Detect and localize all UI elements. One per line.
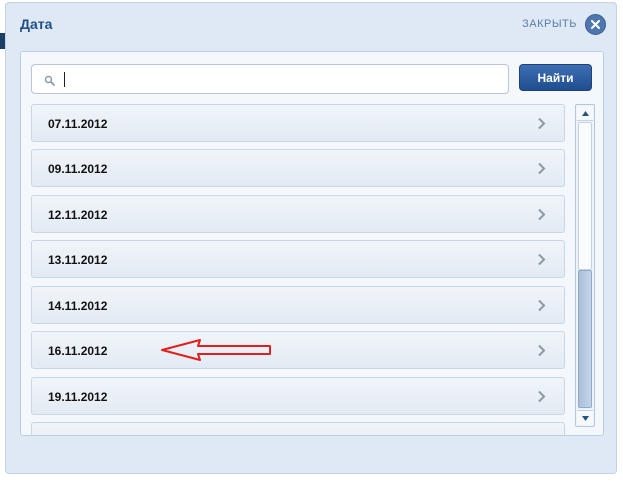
search-input[interactable] [62,69,506,91]
date-label: 07.11.2012 [48,117,108,131]
list-item[interactable]: 12.11.2012 [31,195,565,233]
chevron-right-icon [537,344,546,362]
scroll-thumb[interactable] [578,270,592,408]
list-item[interactable]: 14.11.2012 [31,286,565,324]
date-label: 12.11.2012 [48,208,108,222]
list-item[interactable]: 07.11.2012 [31,104,565,142]
search-icon [44,73,55,91]
scrollbar[interactable] [575,104,595,427]
chevron-right-icon [537,162,546,180]
dialog-panel: Найти 07.11.2012 09.11.2012 12.11.2012 1… [20,51,604,436]
list-item[interactable]: 13.11.2012 [31,240,565,278]
chevron-right-icon [537,390,546,408]
scroll-up-button[interactable] [577,106,593,121]
close-icon[interactable] [585,13,606,35]
date-label: 14.11.2012 [48,299,108,313]
scroll-down-button[interactable] [577,410,593,425]
chevron-right-icon [537,208,546,226]
date-label: 19.11.2012 [48,390,108,404]
list-item[interactable]: 09.11.2012 [31,149,565,187]
close-label: ЗАКРЫТЬ [522,18,577,30]
date-label: 13.11.2012 [48,253,108,267]
dialog-title: Дата [20,16,53,32]
date-label: 09.11.2012 [48,162,108,176]
triangle-down-icon [581,415,589,421]
chevron-right-icon [537,253,546,271]
list-item[interactable] [31,422,565,435]
text-caret [64,72,65,87]
close-button[interactable]: ЗАКРЫТЬ [522,13,606,35]
list-item[interactable]: 19.11.2012 [31,377,565,415]
date-label: 16.11.2012 [48,344,108,358]
date-dialog: Дата ЗАКРЫТЬ Найти 07.11.2012 09.11.2012 [5,2,617,474]
chevron-right-icon [537,299,546,317]
search-box[interactable] [31,64,509,94]
scroll-track [578,122,592,270]
annotation-arrow-icon [161,339,271,361]
triangle-up-icon [581,110,589,116]
find-button[interactable]: Найти [519,64,592,91]
list-item[interactable]: 16.11.2012 [31,331,565,369]
chevron-right-icon [537,117,546,135]
